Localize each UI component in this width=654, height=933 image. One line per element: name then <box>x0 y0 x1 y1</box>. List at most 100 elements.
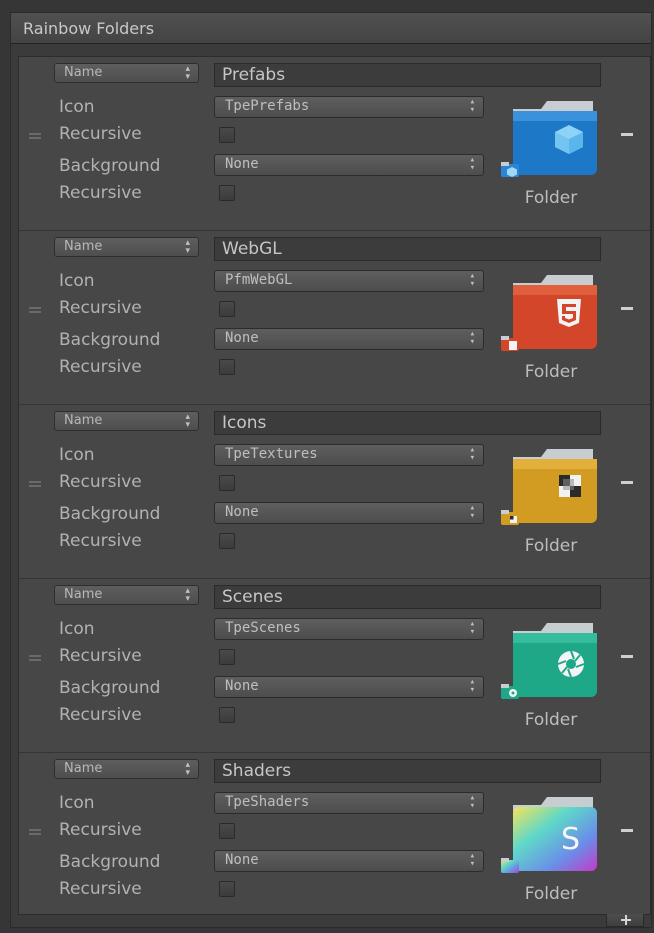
background-label: Background <box>59 678 161 698</box>
dropdown-arrows-icon: ▴ ▾ <box>469 503 475 521</box>
dropdown-arrows-icon: ▴ ▾ <box>469 329 475 347</box>
background-dropdown[interactable]: None ▴ ▾ <box>214 502 484 524</box>
panel-title: Rainbow Folders <box>23 19 155 38</box>
remove-rule-button[interactable] <box>619 821 635 839</box>
folder-name-value: Scenes <box>222 587 283 607</box>
folder-name-input[interactable]: Shaders <box>214 759 601 783</box>
name-mode-value: Name <box>64 239 103 254</box>
icon-dropdown-value: PfmWebGL <box>225 272 293 288</box>
icon-label: Icon <box>59 445 95 465</box>
mini-folder-icon <box>501 858 519 873</box>
background-dropdown-value: None <box>225 852 259 868</box>
folder-caption: Folder <box>524 362 578 382</box>
folder-rule-row: Name ▴ ▾ Shaders Icon Recursive Backgroun… <box>19 753 650 915</box>
icon-dropdown-value: TpePrefabs <box>225 98 310 114</box>
name-mode-dropdown[interactable]: Name ▴ ▾ <box>54 759 199 779</box>
icon-dropdown[interactable]: TpeShaders ▴ ▾ <box>214 792 484 814</box>
icon-recursive-label: Recursive <box>59 298 142 318</box>
folder-caption: Folder <box>524 536 578 556</box>
name-mode-dropdown[interactable]: Name ▴ ▾ <box>54 585 199 605</box>
folder-name-input[interactable]: Scenes <box>214 585 601 609</box>
background-dropdown[interactable]: None ▴ ▾ <box>214 676 484 698</box>
background-dropdown-value: None <box>225 504 259 520</box>
icon-label: Icon <box>59 97 95 117</box>
name-mode-value: Name <box>64 761 103 776</box>
folder-name-input[interactable]: WebGL <box>214 237 601 261</box>
background-dropdown-value: None <box>225 330 259 346</box>
remove-rule-button[interactable] <box>619 647 635 665</box>
folder-preview-icon: S <box>513 797 597 871</box>
background-dropdown[interactable]: None ▴ ▾ <box>214 328 484 350</box>
mini-folder-icon <box>501 510 519 525</box>
folder-rule-row: Name ▴ ▾ WebGL Icon Recursive Background … <box>19 231 650 405</box>
icon-dropdown[interactable]: TpeTextures ▴ ▾ <box>214 444 484 466</box>
background-recursive-checkbox[interactable] <box>219 185 235 201</box>
icon-dropdown-value: TpeTextures <box>225 446 318 462</box>
background-recursive-label: Recursive <box>59 531 142 551</box>
drag-handle-icon[interactable] <box>29 829 41 835</box>
icon-recursive-checkbox[interactable] <box>219 127 235 143</box>
folder-name-value: Prefabs <box>222 65 286 85</box>
drag-handle-icon[interactable] <box>29 481 41 487</box>
background-dropdown[interactable]: None ▴ ▾ <box>214 850 484 872</box>
svg-text:S: S <box>561 822 580 857</box>
drag-handle-icon[interactable] <box>29 655 41 661</box>
background-dropdown-value: None <box>225 156 259 172</box>
background-dropdown[interactable]: None ▴ ▾ <box>214 154 484 176</box>
icon-recursive-checkbox[interactable] <box>219 649 235 665</box>
name-mode-dropdown[interactable]: Name ▴ ▾ <box>54 237 199 257</box>
panel-header: Rainbow Folders <box>11 13 651 44</box>
background-dropdown-value: None <box>225 678 259 694</box>
icon-recursive-label: Recursive <box>59 646 142 666</box>
drag-handle-icon[interactable] <box>29 307 41 313</box>
dropdown-arrows-icon: ▴ ▾ <box>469 851 475 869</box>
dropdown-arrows-icon: ▴ ▾ <box>185 760 190 778</box>
folder-caption: Folder <box>524 884 578 904</box>
folder-preview-icon <box>513 623 597 697</box>
name-mode-value: Name <box>64 65 103 80</box>
folder-preview-icon <box>513 275 597 349</box>
background-recursive-checkbox[interactable] <box>219 359 235 375</box>
dropdown-arrows-icon: ▴ ▾ <box>185 238 190 256</box>
add-rule-button[interactable] <box>606 914 644 927</box>
icon-recursive-checkbox[interactable] <box>219 823 235 839</box>
icon-dropdown[interactable]: PfmWebGL ▴ ▾ <box>214 270 484 292</box>
remove-rule-button[interactable] <box>619 125 635 143</box>
rainbow-folders-panel: Rainbow Folders Name ▴ ▾ Prefabs Icon Rec… <box>11 13 651 927</box>
mini-folder-icon <box>501 162 519 177</box>
background-recursive-label: Recursive <box>59 357 142 377</box>
folder-caption: Folder <box>524 188 578 208</box>
icon-dropdown[interactable]: TpeScenes ▴ ▾ <box>214 618 484 640</box>
folder-name-input[interactable]: Icons <box>214 411 601 435</box>
dropdown-arrows-icon: ▴ ▾ <box>469 619 475 637</box>
remove-rule-button[interactable] <box>619 473 635 491</box>
icon-recursive-label: Recursive <box>59 472 142 492</box>
folder-name-input[interactable]: Prefabs <box>214 63 601 87</box>
background-recursive-label: Recursive <box>59 879 142 899</box>
dropdown-arrows-icon: ▴ ▾ <box>185 64 190 82</box>
icon-label: Icon <box>59 619 95 639</box>
background-label: Background <box>59 504 161 524</box>
background-recursive-checkbox[interactable] <box>219 881 235 897</box>
name-mode-dropdown[interactable]: Name ▴ ▾ <box>54 411 199 431</box>
name-mode-dropdown[interactable]: Name ▴ ▾ <box>54 63 199 83</box>
remove-rule-button[interactable] <box>619 299 635 317</box>
icon-recursive-checkbox[interactable] <box>219 475 235 491</box>
drag-handle-icon[interactable] <box>29 133 41 139</box>
dropdown-arrows-icon: ▴ ▾ <box>469 677 475 695</box>
background-recursive-checkbox[interactable] <box>219 707 235 723</box>
name-mode-value: Name <box>64 413 103 428</box>
folder-rule-row: Name ▴ ▾ Icons Icon Recursive Background … <box>19 405 650 579</box>
background-recursive-checkbox[interactable] <box>219 533 235 549</box>
dropdown-arrows-icon: ▴ ▾ <box>469 97 475 115</box>
folder-name-value: Shaders <box>222 761 292 781</box>
mini-folder-icon <box>501 684 519 699</box>
background-label: Background <box>59 852 161 872</box>
icon-dropdown[interactable]: TpePrefabs ▴ ▾ <box>214 96 484 118</box>
dropdown-arrows-icon: ▴ ▾ <box>185 412 190 430</box>
icon-recursive-label: Recursive <box>59 820 142 840</box>
folder-caption: Folder <box>524 710 578 730</box>
folder-rules-list: Name ▴ ▾ Prefabs Icon Recursive Backgroun… <box>18 56 651 915</box>
icon-recursive-checkbox[interactable] <box>219 301 235 317</box>
icon-recursive-label: Recursive <box>59 124 142 144</box>
